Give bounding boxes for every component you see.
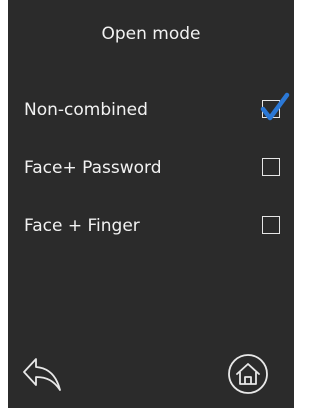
option-label: Non-combined [24,100,148,120]
open-mode-screen: Open mode Non-combined Face+ Password Fa… [8,0,294,408]
option-face-password[interactable]: Face+ Password [8,150,294,190]
option-face-finger[interactable]: Face + Finger [8,208,294,248]
option-non-combined[interactable]: Non-combined [8,92,294,132]
home-icon[interactable] [224,350,272,398]
back-arrow-icon[interactable] [20,350,68,398]
option-label: Face+ Password [24,158,162,178]
checkbox-face-password[interactable] [262,158,280,176]
checkbox-face-finger[interactable] [262,216,280,234]
option-label: Face + Finger [24,216,140,236]
checkmark-icon [260,92,290,121]
page-title: Open mode [101,24,201,44]
